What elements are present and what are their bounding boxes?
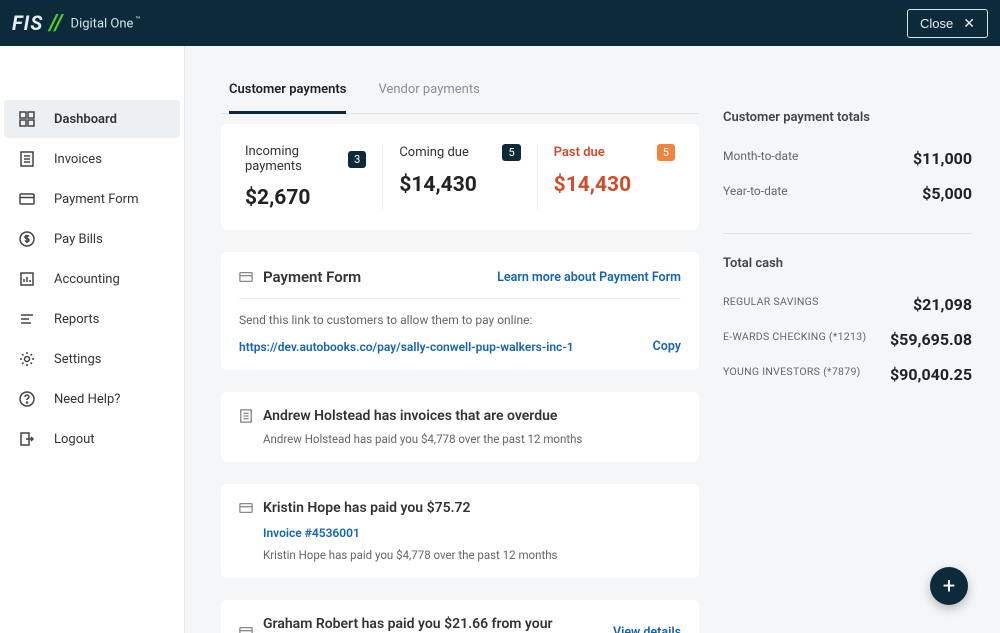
sidebar-item-label: Accounting	[54, 272, 120, 287]
stat-value: $5,000	[922, 184, 972, 203]
summary-label: Coming due	[399, 145, 469, 160]
close-icon: ✕	[963, 16, 975, 30]
summary-badge: 5	[657, 144, 675, 161]
invoice-link[interactable]: Invoice #4536001	[263, 526, 681, 540]
account-row: YOUNG INVESTORS (*7879) $90,040.25	[723, 357, 972, 392]
card-icon	[239, 501, 253, 515]
feed-item-payment-form[interactable]: Graham Robert has paid you $21.66 from y…	[221, 600, 699, 633]
summary-amount: $14,430	[399, 173, 520, 197]
totals-title: Customer payment totals	[723, 110, 972, 125]
stat-value: $11,000	[913, 149, 972, 168]
account-label: E-WARDS CHECKING (*1213)	[723, 330, 866, 349]
gear-icon	[18, 350, 36, 368]
card-title: Payment Form	[263, 268, 487, 286]
summary-amount: $2,670	[245, 186, 366, 210]
summary-badge: 3	[348, 151, 366, 168]
summary-label: Past due	[554, 145, 605, 160]
summary-badge: 5	[502, 144, 520, 161]
sidebar-item-dashboard[interactable]: Dashboard	[4, 100, 180, 138]
feed-title: Andrew Holstead has invoices that are ov…	[263, 408, 557, 424]
divider	[723, 233, 972, 234]
sidebar-item-label: Invoices	[54, 152, 102, 167]
tab-vendor-payments[interactable]: Vendor payments	[378, 74, 479, 113]
feed-subtext: Andrew Holstead has paid you $4,778 over…	[239, 432, 681, 446]
plus-icon: +	[943, 574, 955, 599]
summary-card: Incoming payments 3 $2,670 Coming due 5 …	[221, 124, 699, 230]
card-icon	[18, 190, 36, 208]
summary-amount: $14,430	[554, 173, 675, 197]
sidebar-item-help[interactable]: Need Help?	[4, 380, 180, 418]
sidebar-item-label: Dashboard	[54, 112, 117, 127]
summary-label: Incoming payments	[245, 144, 340, 174]
view-details-link[interactable]: View details	[613, 625, 681, 633]
brand-logo-text: FIS	[12, 11, 43, 35]
account-value: $90,040.25	[890, 365, 972, 384]
account-label: YOUNG INVESTORS (*7879)	[723, 365, 861, 384]
account-value: $21,098	[913, 295, 972, 314]
payment-instruction: Send this link to customers to allow the…	[239, 313, 681, 327]
cash-title: Total cash	[723, 256, 972, 271]
add-fab-button[interactable]: +	[930, 567, 968, 605]
feed-title: Graham Robert has paid you $21.66 from y…	[263, 616, 603, 633]
sidebar-item-invoices[interactable]: Invoices	[4, 140, 180, 178]
right-panel: Customer payment totals Month-to-date $1…	[723, 74, 972, 633]
top-bar: FIS // Digital One™ Close ✕	[0, 0, 1000, 46]
feed-item-payment[interactable]: Kristin Hope has paid you $75.72 Invoice…	[221, 484, 699, 578]
sidebar-item-label: Logout	[54, 432, 95, 447]
summary-coming-due[interactable]: Coming due 5 $14,430	[383, 144, 537, 210]
grid-icon	[18, 110, 36, 128]
lines-icon	[18, 310, 36, 328]
list-icon	[239, 409, 253, 423]
card-icon	[239, 270, 253, 284]
stat-ytd: Year-to-date $5,000	[723, 176, 972, 211]
sidebar-item-label: Reports	[54, 312, 99, 327]
stat-label: Year-to-date	[723, 184, 788, 203]
bar-icon	[18, 270, 36, 288]
feed-subtext: Kristin Hope has paid you $4,778 over th…	[263, 548, 681, 562]
stat-mtd: Month-to-date $11,000	[723, 141, 972, 176]
stat-label: Month-to-date	[723, 149, 798, 168]
payment-form-card: Payment Form Learn more about Payment Fo…	[221, 252, 699, 370]
learn-more-link[interactable]: Learn more about Payment Form	[497, 270, 681, 285]
sidebar-item-reports[interactable]: Reports	[4, 300, 180, 338]
close-label: Close	[920, 16, 953, 31]
summary-past-due[interactable]: Past due 5 $14,430	[538, 144, 675, 210]
account-value: $59,695.08	[890, 330, 972, 349]
sidebar-item-settings[interactable]: Settings	[4, 340, 180, 378]
feed-item-overdue[interactable]: Andrew Holstead has invoices that are ov…	[221, 392, 699, 462]
payment-url: https://dev.autobooks.co/pay/sally-conwe…	[239, 340, 639, 354]
sidebar-item-label: Payment Form	[54, 192, 138, 207]
copy-link-button[interactable]: Copy	[653, 339, 681, 354]
card-icon	[239, 625, 253, 633]
account-label: REGULAR SAVINGS	[723, 295, 819, 314]
account-row: REGULAR SAVINGS $21,098	[723, 287, 972, 322]
logout-icon	[18, 430, 36, 448]
sidebar-item-logout[interactable]: Logout	[4, 420, 180, 458]
brand-subtitle: Digital One™	[71, 15, 141, 31]
tab-customer-payments[interactable]: Customer payments	[229, 74, 346, 114]
brand-slash-icon: //	[49, 11, 62, 36]
sidebar-item-label: Pay Bills	[54, 232, 103, 247]
brand: FIS // Digital One™	[12, 11, 140, 36]
help-icon	[18, 390, 36, 408]
sidebar: Dashboard Invoices Payment Form Pay Bill…	[0, 46, 185, 633]
account-row: E-WARDS CHECKING (*1213) $59,695.08	[723, 322, 972, 357]
feed-title: Kristin Hope has paid you $75.72	[263, 500, 471, 516]
sidebar-item-payment-form[interactable]: Payment Form	[4, 180, 180, 218]
close-button[interactable]: Close ✕	[907, 9, 988, 38]
dollar-icon	[18, 230, 36, 248]
sidebar-item-label: Need Help?	[54, 392, 120, 407]
summary-incoming[interactable]: Incoming payments 3 $2,670	[245, 144, 383, 210]
sidebar-item-label: Settings	[54, 352, 101, 367]
list-icon	[18, 150, 36, 168]
sidebar-item-accounting[interactable]: Accounting	[4, 260, 180, 298]
tabs: Customer payments Vendor payments	[221, 74, 699, 114]
sidebar-item-pay-bills[interactable]: Pay Bills	[4, 220, 180, 258]
